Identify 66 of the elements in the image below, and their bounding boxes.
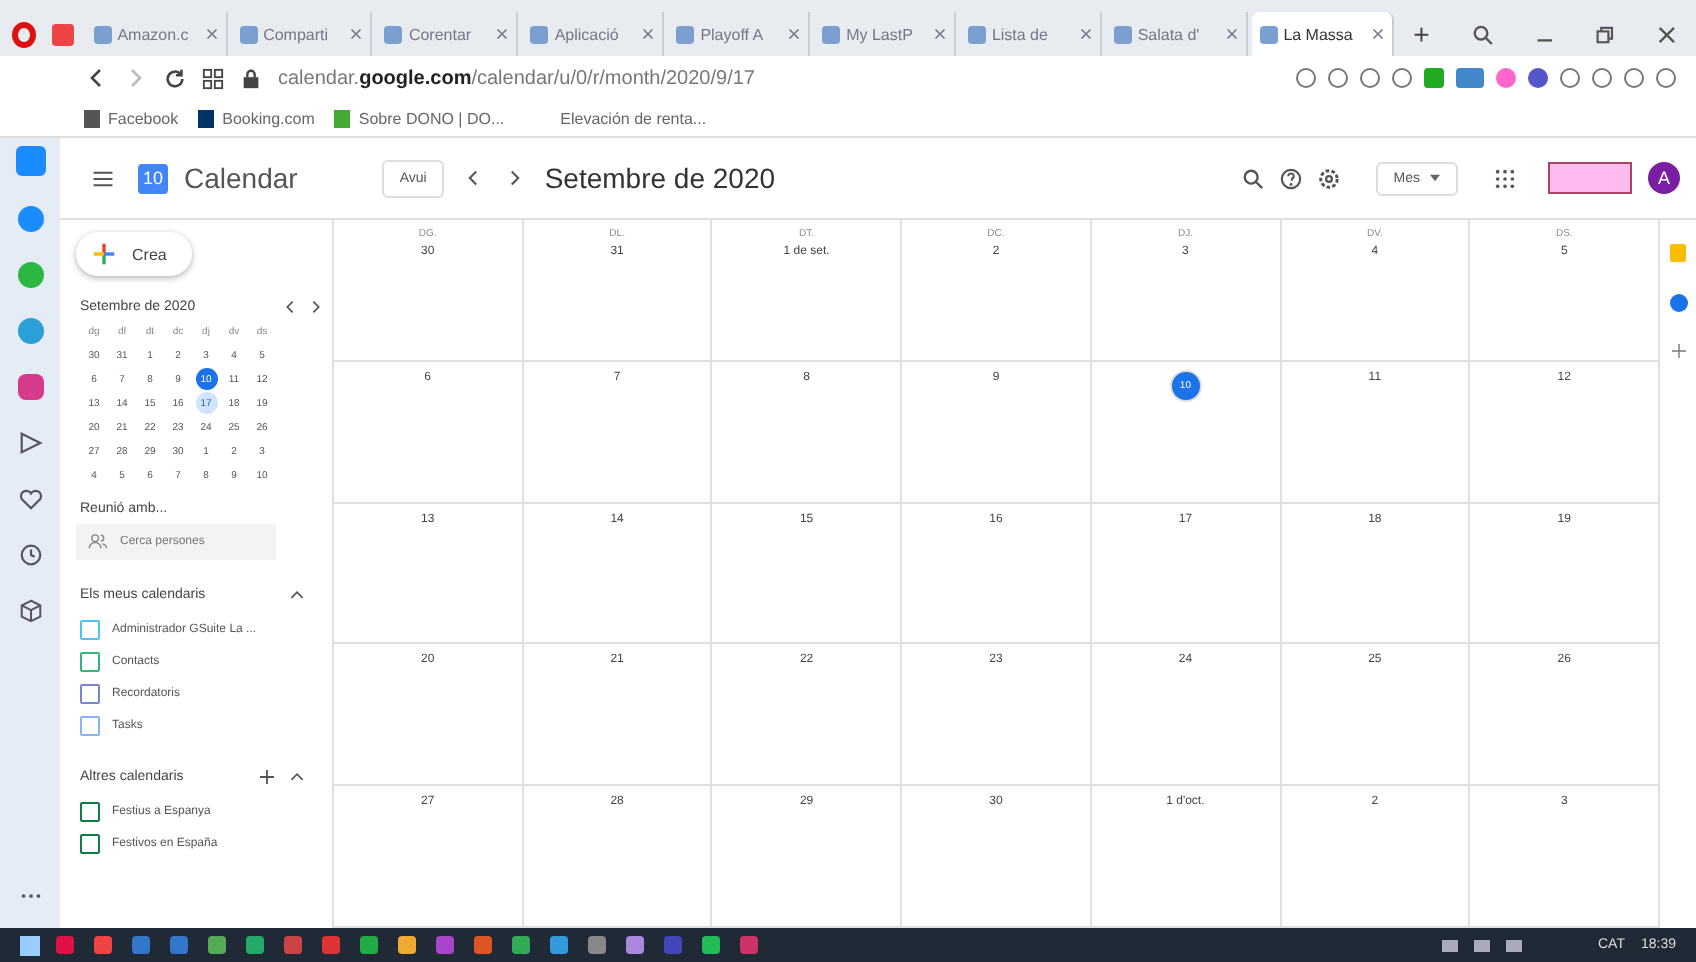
- close-icon[interactable]: [496, 28, 509, 40]
- apps-icon[interactable]: [1494, 167, 1516, 189]
- plus-icon: [92, 242, 116, 266]
- browser-tab[interactable]: Corentar: [376, 12, 519, 56]
- grid-icon[interactable]: [202, 67, 224, 89]
- close-icon[interactable]: [1656, 23, 1678, 45]
- create-button[interactable]: Crea: [76, 232, 192, 276]
- user-avatar[interactable]: A: [1648, 162, 1680, 194]
- close-icon[interactable]: [1371, 28, 1384, 40]
- menu-icon[interactable]: [92, 167, 114, 189]
- collapse-icon[interactable]: [290, 590, 304, 600]
- more-icon[interactable]: [17, 892, 43, 900]
- add-icon[interactable]: [260, 770, 274, 784]
- browser-tab[interactable]: My LastP: [814, 12, 956, 56]
- help-icon[interactable]: [1279, 167, 1302, 189]
- period-title: Setembre de 2020: [544, 162, 776, 194]
- address-field[interactable]: calendar.google.com/calendar/u/0/r/month/2020/9/17: [278, 67, 755, 89]
- reload-icon[interactable]: [164, 67, 186, 89]
- bookmark-link[interactable]: Elevación de renta...: [560, 109, 707, 127]
- people-icon: [88, 532, 108, 550]
- browser-tab[interactable]: La Massa: [1251, 12, 1394, 56]
- browser-tab[interactable]: Aplicació: [522, 12, 665, 56]
- lock-icon: [240, 67, 262, 89]
- close-icon[interactable]: [642, 28, 655, 40]
- new-tab-button[interactable]: +: [1397, 18, 1446, 50]
- brand-logo-placeholder: [1548, 162, 1632, 194]
- close-icon[interactable]: [933, 28, 946, 40]
- caret-icon: [1430, 173, 1440, 182]
- opera-logo-icon[interactable]: [12, 21, 36, 47]
- send-icon[interactable]: [17, 430, 43, 456]
- calendar-checkbox[interactable]: [80, 834, 100, 854]
- browser-tab[interactable]: Amazon.c: [85, 12, 228, 56]
- close-icon[interactable]: [205, 28, 218, 40]
- calendar-checkbox[interactable]: [80, 684, 100, 704]
- heart-icon[interactable]: [17, 486, 43, 512]
- search-icon[interactable]: [1241, 167, 1264, 189]
- calendar-logo: 10: [138, 163, 168, 193]
- collapse-icon[interactable]: [290, 772, 304, 782]
- bookmark-link[interactable]: Facebook: [84, 109, 179, 127]
- calendar-checkbox[interactable]: [80, 802, 100, 822]
- browser-tab[interactable]: Lista de: [959, 12, 1102, 56]
- calendar-checkbox[interactable]: [80, 716, 100, 736]
- calendar-checkbox[interactable]: [80, 620, 100, 640]
- calendar-checkbox[interactable]: [80, 652, 100, 672]
- next-icon[interactable]: [312, 300, 320, 314]
- previous-icon[interactable]: [286, 300, 294, 314]
- browser-tab[interactable]: Playoff A: [668, 12, 811, 56]
- browser-tab[interactable]: Salata d': [1105, 12, 1248, 56]
- clock-icon[interactable]: [17, 542, 43, 568]
- restore-icon[interactable]: [1594, 23, 1617, 45]
- bookmark-link[interactable]: Booking.com: [198, 109, 315, 127]
- taskbar-app-icons-drawing[interactable]: [56, 936, 758, 954]
- close-icon[interactable]: [350, 28, 363, 40]
- previous-icon[interactable]: [468, 170, 479, 186]
- back-icon[interactable]: [90, 68, 102, 88]
- next-icon[interactable]: [510, 170, 521, 186]
- browser-tab[interactable]: Comparti: [231, 12, 373, 56]
- cube-icon[interactable]: [17, 598, 43, 624]
- app-title: Calendar: [184, 162, 298, 194]
- extension-icons-drawing[interactable]: [1296, 68, 1676, 88]
- settings-icon[interactable]: [1317, 167, 1340, 189]
- bookmark-link[interactable]: Sobre DONO | DO...: [334, 109, 505, 127]
- close-icon[interactable]: [1079, 28, 1092, 40]
- search-icon[interactable]: [1471, 23, 1494, 45]
- close-icon[interactable]: [788, 28, 801, 40]
- close-icon[interactable]: [1225, 28, 1238, 40]
